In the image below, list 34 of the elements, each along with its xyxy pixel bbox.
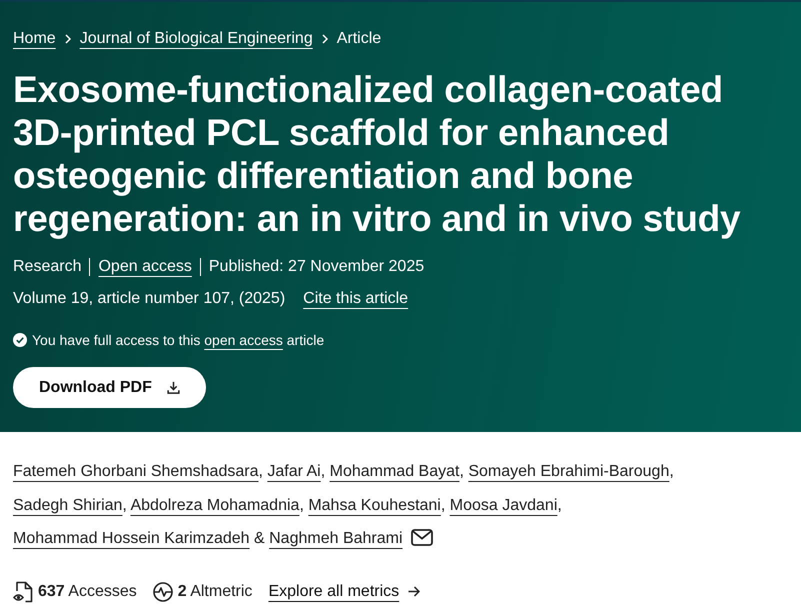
breadcrumb-link[interactable]: Journal of Biological Engineering [80,27,313,51]
breadcrumb-link[interactable]: Home [13,27,56,51]
author-link[interactable]: Abdolreza Mohamadnia [130,496,300,514]
metric-text: 637 Accesses [38,582,137,602]
pulse-circle-icon [152,582,173,602]
article-title: Exosome-functionalized collagen-coated 3D-printed PCL scaffold for enhanced osteogenic differentiation and bone regeneration: an in vitro and in vivo study [13,68,742,240]
open-access-link[interactable]: open access [204,332,283,348]
access-notice: You have full access to this open access article [32,331,324,350]
author-link[interactable]: Mohammad Hossein Karimzadeh [13,530,250,547]
chevron-right-icon [322,34,328,44]
author-link[interactable]: Mahsa Kouhestani [308,496,441,514]
author-list: Fatemeh Ghorbani Shemshadsara, Jafar Ai, Mohammad Bayat, Somayeh Ebrahimi-Barough, Sadegh Shirian, Abdolreza Mohamadnia, Mahsa Kouhestani, Moosa Javdani, Mohammad Hossein Karimzadeh & Naghmeh Bahrami [13,455,788,556]
metric-text: 2 Altmetric [178,582,252,602]
author-link[interactable]: Somayeh Ebrahimi-Barough [468,463,670,480]
author-link[interactable]: Moosa Javdani [450,496,558,514]
author-link[interactable]: Jafar Ai [267,463,321,480]
chevron-right-icon [64,34,71,44]
meta-text: Volume 19, article number 107, (2025) [13,289,286,309]
mail-icon[interactable] [410,529,433,546]
meta-link[interactable]: Cite this article [303,286,408,312]
author-link[interactable]: Sadegh Shirian [13,496,122,514]
download-pdf-button[interactable]: Download PDF [13,367,206,408]
meta-text: Published: 27 November 2025 [200,258,432,276]
document-eye-icon [13,580,33,602]
author-link[interactable]: Fatemeh Ghorbani Shemshadsara [13,463,258,480]
download-icon [166,381,180,394]
meta-link[interactable]: Open access [89,258,200,276]
explore-metrics-link[interactable]: Explore all metrics [268,580,420,604]
check-circle-icon [13,333,27,347]
author-link[interactable]: Naghmeh Bahrami [269,530,403,547]
arrow-right-icon [408,586,420,597]
meta-text: Research [13,258,82,276]
breadcrumb-current: Article [336,29,382,49]
author-link[interactable]: Mohammad Bayat [330,463,460,480]
